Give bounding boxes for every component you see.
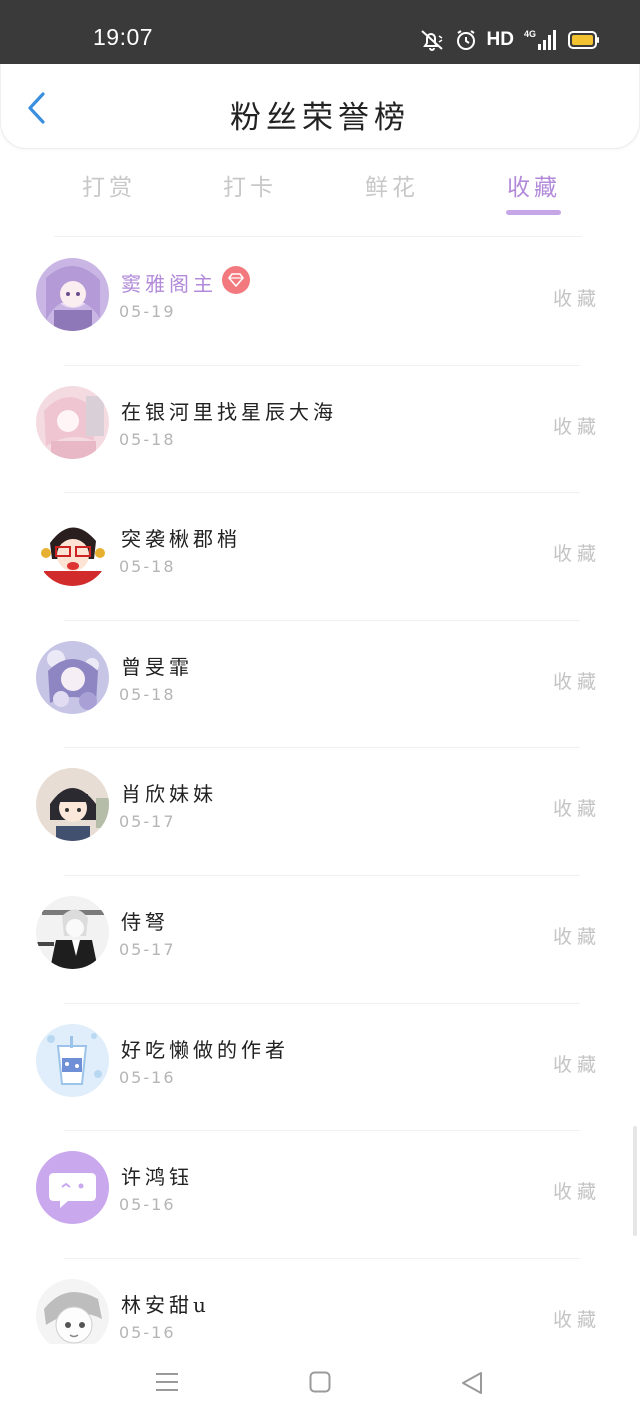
tab-favorites[interactable]: 收藏 <box>474 168 594 202</box>
list-item[interactable]: 许鸿钰 05-16 收藏 <box>0 1131 640 1259</box>
avatar <box>36 513 109 587</box>
avatar <box>36 640 109 714</box>
fan-type: 收藏 <box>552 1308 601 1331</box>
list-item[interactable]: 好吃懒做的作者 05-16 收藏 <box>0 1004 640 1132</box>
list-item[interactable]: 曾旻霏 05-18 收藏 <box>0 621 640 749</box>
mute-icon <box>419 28 445 52</box>
tab-bar: 打赏 打卡 鲜花 收藏 <box>0 160 640 218</box>
page-title: 粉丝荣誉榜 <box>230 100 410 136</box>
fan-date: 05-16 <box>119 1067 176 1087</box>
list-item[interactable]: 在银河里找星辰大海 05-18 收藏 <box>0 366 640 494</box>
svg-text:4G: 4G <box>524 29 536 39</box>
diamond-icon <box>222 266 250 294</box>
fan-type: 收藏 <box>552 798 601 821</box>
fan-type: 收藏 <box>552 415 601 438</box>
home-square-icon[interactable] <box>309 1371 331 1397</box>
header: 粉丝荣誉榜 <box>0 64 640 148</box>
tabs-divider <box>54 236 582 237</box>
fan-date: 05-19 <box>119 302 176 321</box>
avatar <box>36 258 109 331</box>
battery-icon <box>568 30 600 50</box>
signal-4g-icon: 4G <box>524 28 558 52</box>
avatar <box>36 768 109 842</box>
avatar <box>36 1278 109 1352</box>
fan-name: 突袭楸郡梢 <box>121 527 241 552</box>
avatar <box>36 1023 109 1097</box>
tab-checkin[interactable]: 打卡 <box>190 168 310 202</box>
avatar <box>36 1151 109 1225</box>
status-time: 19:07 <box>93 24 154 50</box>
fan-name: 曾旻霏 <box>121 654 193 679</box>
avatar <box>36 895 109 969</box>
fan-type: 收藏 <box>552 1053 601 1076</box>
fan-list: 窦雅阁主 05-19 收藏 在银河里找星辰大海 05-18 收藏 突袭楸郡梢 0… <box>0 238 640 1386</box>
fan-name: 在银河里找星辰大海 <box>121 399 337 424</box>
fan-name: 许鸿钰 <box>121 1165 193 1190</box>
fan-date: 05-16 <box>119 1322 176 1342</box>
back-triangle-icon[interactable] <box>460 1371 484 1399</box>
tab-reward[interactable]: 打赏 <box>49 168 169 202</box>
fan-date: 05-17 <box>119 939 176 959</box>
fan-type: 收藏 <box>552 1181 601 1204</box>
fan-type: 收藏 <box>552 925 601 948</box>
status-icons: HD 4G <box>419 26 600 54</box>
active-tab-indicator <box>506 210 561 215</box>
status-bar: 19:07 HD 4G <box>0 0 640 64</box>
fan-date: 05-17 <box>119 812 176 832</box>
list-item[interactable]: 窦雅阁主 05-19 收藏 <box>0 238 640 366</box>
fan-name: 侍弩 <box>121 909 169 934</box>
alarm-icon <box>455 29 477 51</box>
scrollbar-thumb[interactable] <box>633 1126 637 1236</box>
list-item[interactable]: 肖欣妹妹 05-17 收藏 <box>0 748 640 876</box>
fan-date: 05-16 <box>119 1195 176 1215</box>
fan-date: 05-18 <box>119 429 176 449</box>
fan-name: 林安甜u <box>121 1292 210 1317</box>
network-label: HD <box>486 29 514 50</box>
list-item[interactable]: 侍弩 05-17 收藏 <box>0 876 640 1004</box>
fan-type: 收藏 <box>552 288 601 310</box>
avatar <box>36 385 109 459</box>
fan-name: 好吃懒做的作者 <box>121 1037 289 1062</box>
fan-type: 收藏 <box>552 670 601 693</box>
fan-date: 05-18 <box>119 684 176 704</box>
system-nav-bar <box>0 1344 640 1422</box>
fan-type: 收藏 <box>552 543 601 566</box>
fan-name: 窦雅阁主 <box>121 272 217 296</box>
fan-name: 肖欣妹妹 <box>121 782 217 807</box>
menu-icon[interactable] <box>155 1371 179 1397</box>
fan-date: 05-18 <box>119 557 176 577</box>
tab-flowers[interactable]: 鲜花 <box>332 168 452 202</box>
list-item[interactable]: 突袭楸郡梢 05-18 收藏 <box>0 493 640 621</box>
